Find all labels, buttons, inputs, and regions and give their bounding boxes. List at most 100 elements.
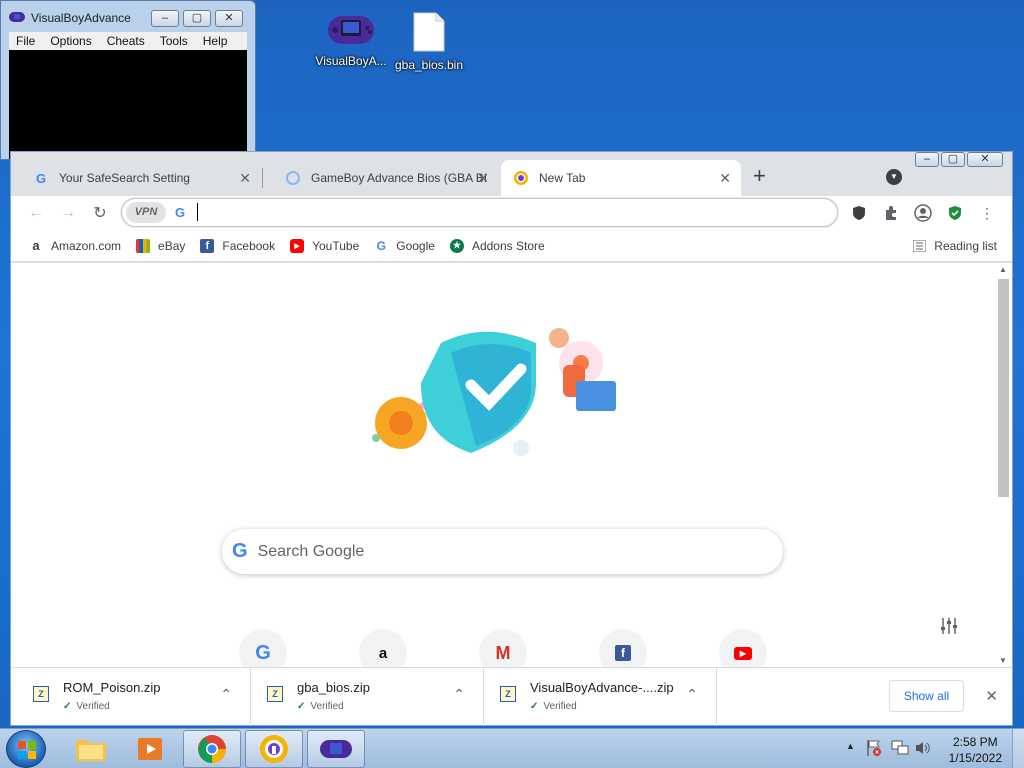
reading-list-button[interactable]: Reading list [912, 239, 997, 253]
google-search-box[interactable]: G Search Google [222, 529, 783, 574]
bookmark-ebay[interactable]: eBay [136, 238, 185, 253]
tab-search-icon[interactable]: ▼ [886, 169, 902, 185]
youtube-icon: ▶ [290, 238, 305, 253]
vertical-scrollbar[interactable]: ▲ ▼ [995, 263, 1012, 667]
chevron-up-icon[interactable]: ⌃ [220, 686, 232, 703]
desktop-icon-label: VisualBoyA... [315, 54, 387, 68]
shortcut-gmail[interactable]: M [479, 629, 527, 667]
vba-window[interactable]: VisualBoyAdvance – ▢ ✕ File Options Chea… [0, 0, 256, 160]
taskbar-browser[interactable] [245, 730, 303, 768]
shortcut-youtube[interactable]: ▶ [719, 629, 767, 667]
download-filename: gba_bios.zip [297, 680, 370, 695]
menu-help[interactable]: Help [196, 32, 236, 50]
google-g-icon: G [175, 205, 186, 220]
minimize-button[interactable]: – [151, 10, 179, 27]
tab-safesearch[interactable]: G Your SafeSearch Setting ✕ [11, 160, 261, 196]
chevron-up-icon[interactable]: ⌃ [453, 686, 465, 703]
menu-file[interactable]: File [9, 32, 43, 50]
bookmark-amazon[interactable]: a Amazon.com [29, 238, 121, 253]
action-center-flag-icon[interactable] [866, 739, 882, 760]
taskbar-file-explorer[interactable] [62, 730, 120, 768]
reload-icon[interactable]: ↻ [89, 202, 111, 224]
vpn-badge[interactable]: VPN [126, 202, 166, 223]
taskbar-visualboyadvance[interactable] [307, 730, 365, 768]
back-arrow-icon[interactable]: ← [25, 202, 47, 224]
chrome-icon [198, 735, 226, 763]
amazon-icon: a [32, 238, 40, 253]
tab-close-icon[interactable]: ✕ [239, 170, 251, 187]
desktop-icon-visualboyadvance[interactable]: VisualBoyA... [311, 12, 391, 68]
address-input[interactable] [197, 203, 797, 221]
download-filename: VisualBoyAdvance-....zip [530, 680, 674, 695]
volume-icon[interactable] [914, 740, 932, 759]
bookmark-youtube[interactable]: ▶ YouTube [290, 238, 359, 253]
network-icon[interactable] [891, 740, 909, 759]
bookmark-addons-store[interactable]: ★ Addons Store [449, 238, 545, 253]
google-g-icon: G [35, 170, 47, 186]
desktop-icon-gba-bios[interactable]: gba_bios.bin [389, 12, 469, 72]
minimize-button[interactable]: – [915, 152, 939, 167]
download-item[interactable]: Z VisualBoyAdvance-....zip ✓ Verified ⌃ [484, 668, 717, 726]
close-downloads-icon[interactable]: ✕ [985, 687, 998, 705]
search-placeholder: Search Google [257, 542, 365, 560]
site-favicon-icon [285, 170, 301, 186]
hero-illustration [341, 313, 641, 483]
menu-kebab-icon[interactable]: ⋮ [976, 202, 998, 224]
addons-store-icon: ★ [449, 238, 464, 253]
extensions-puzzle-icon[interactable] [880, 202, 902, 224]
menu-tools[interactable]: Tools [153, 32, 196, 50]
gba-console-icon [327, 12, 375, 48]
maximize-button[interactable]: ▢ [941, 152, 965, 167]
taskbar-chrome[interactable] [183, 730, 241, 768]
bookmarks-bar: a Amazon.com eBay f Facebook ▶ YouTube G Goo… [11, 230, 1012, 262]
tab-title: GameBoy Advance Bios (GBA BIOS [311, 171, 486, 185]
chevron-up-icon[interactable]: ⌃ [686, 686, 698, 703]
shortcut-facebook[interactable]: f [599, 629, 647, 667]
desktop-icon-label: gba_bios.bin [394, 58, 464, 72]
scroll-up-icon[interactable]: ▲ [999, 265, 1007, 274]
show-hidden-icons-arrow-icon[interactable]: ▲ [846, 741, 855, 751]
new-tab-plus-icon[interactable]: + [753, 165, 766, 187]
zip-file-icon: Z [500, 686, 516, 702]
show-desktop-button[interactable] [1012, 729, 1024, 768]
address-bar[interactable]: VPN G [121, 198, 838, 227]
customize-sliders-icon[interactable] [939, 616, 959, 639]
shortcut-google[interactable]: G [239, 629, 287, 667]
vba-game-screen[interactable] [9, 50, 247, 159]
vba-title: VisualBoyAdvance [31, 11, 131, 25]
taskbar-media-player[interactable] [122, 730, 180, 768]
security-shield-icon[interactable] [944, 202, 966, 224]
tab-gba-bios[interactable]: GameBoy Advance Bios (GBA BIOS ✕ [263, 160, 499, 196]
clock-time: 2:58 PM [952, 735, 998, 749]
adblock-icon[interactable] [848, 202, 870, 224]
zip-file-icon: Z [267, 686, 283, 702]
bookmark-facebook[interactable]: f Facebook [200, 238, 275, 253]
tab-title: New Tab [539, 171, 586, 185]
google-g-icon: G [376, 238, 386, 253]
maximize-button[interactable]: ▢ [183, 10, 211, 27]
tab-new-tab[interactable]: New Tab ✕ [501, 160, 741, 196]
menu-cheats[interactable]: Cheats [100, 32, 153, 50]
browser-logo-icon [513, 170, 529, 186]
ebay-icon [136, 238, 151, 253]
close-button[interactable]: ✕ [967, 152, 1003, 167]
check-icon: ✓ [530, 701, 539, 712]
shortcut-amazon[interactable]: a [359, 629, 407, 667]
scrollbar-thumb[interactable] [998, 279, 1009, 497]
taskbar: ▲ 2:58 PM 1/15/2022 [0, 728, 1024, 768]
profile-avatar-icon[interactable] [912, 202, 934, 224]
start-button[interactable] [6, 730, 46, 768]
gba-console-icon [320, 740, 352, 758]
system-clock[interactable]: 2:58 PM 1/15/2022 [949, 734, 1002, 766]
reading-list-icon [912, 239, 926, 253]
close-button[interactable]: ✕ [215, 10, 243, 27]
download-item[interactable]: Z gba_bios.zip ✓ Verified ⌃ [251, 668, 484, 726]
forward-arrow-icon[interactable]: → [57, 202, 79, 224]
scroll-down-icon[interactable]: ▼ [999, 656, 1007, 665]
bookmark-google[interactable]: G Google [374, 239, 435, 253]
menu-options[interactable]: Options [43, 32, 99, 50]
tab-close-icon[interactable]: ✕ [477, 170, 489, 187]
tab-close-icon[interactable]: ✕ [719, 170, 731, 187]
download-item[interactable]: Z ROM_Poison.zip ✓ Verified ⌃ [11, 668, 251, 726]
show-all-downloads-button[interactable]: Show all [889, 680, 964, 712]
